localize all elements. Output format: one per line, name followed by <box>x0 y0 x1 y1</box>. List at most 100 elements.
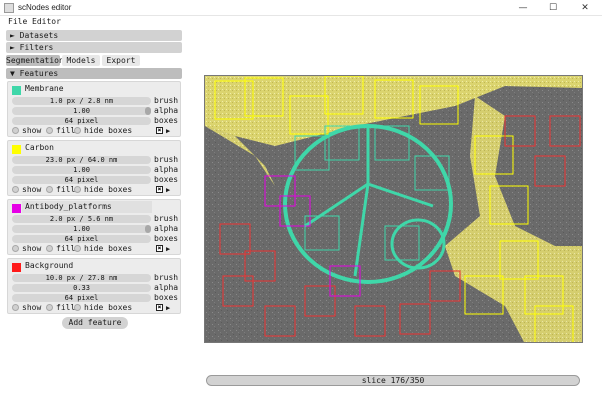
feature-name[interactable]: Background <box>22 260 152 272</box>
brush-label: brush <box>154 273 179 282</box>
show-label: show <box>22 244 42 253</box>
menu-file[interactable]: File <box>8 17 27 26</box>
boxes-label: boxes <box>154 234 179 243</box>
show-checkbox[interactable] <box>12 304 19 311</box>
boxes-label: boxes <box>154 175 179 184</box>
show-label: show <box>22 126 42 135</box>
minimize-button[interactable]: — <box>508 0 538 16</box>
tab-export[interactable]: Export <box>102 55 140 66</box>
fill-checkbox[interactable] <box>46 245 53 252</box>
alpha-label: alpha <box>154 106 179 115</box>
brush-label: brush <box>154 155 179 164</box>
brush-slider[interactable]: 10.0 px / 27.8 nm <box>12 274 151 282</box>
expand-arrow-icon[interactable]: ▶ <box>166 186 170 194</box>
brush-value: 2.0 px / 5.6 nm <box>49 215 114 223</box>
hide-boxes-checkbox[interactable] <box>74 304 81 311</box>
boxes-value: 64 pixel <box>64 294 99 302</box>
show-label: show <box>22 185 42 194</box>
boxes-value: 64 pixel <box>64 235 99 243</box>
boxes-slider[interactable]: 64 pixel <box>12 176 151 184</box>
alpha-label: alpha <box>154 165 179 174</box>
brush-slider[interactable]: 2.0 px / 5.6 nm <box>12 215 151 223</box>
hide-boxes-label: hide boxes <box>84 126 133 135</box>
hide-boxes-checkbox[interactable] <box>74 186 81 193</box>
boxes-value: 64 pixel <box>64 117 99 125</box>
boxes-label: boxes <box>154 116 179 125</box>
show-label: show <box>22 303 42 312</box>
feature-name[interactable]: Antibody_platforms <box>22 201 152 213</box>
hide-boxes-checkbox[interactable] <box>74 127 81 134</box>
boxes-slider[interactable]: 64 pixel <box>12 235 151 243</box>
brush-label: brush <box>154 96 179 105</box>
feature-card-membrane: Membrane 1.0 px / 2.8 nm brush 1.00 alph… <box>7 81 181 137</box>
feature-name[interactable]: Membrane <box>22 83 152 95</box>
brush-value: 1.0 px / 2.8 nm <box>49 97 114 105</box>
fill-label: fill <box>56 126 76 135</box>
show-checkbox[interactable] <box>12 127 19 134</box>
tab-models[interactable]: Models <box>62 55 100 66</box>
color-swatch[interactable] <box>12 145 21 154</box>
slider-knob[interactable] <box>145 225 151 233</box>
delete-feature-icon[interactable]: ✖ <box>156 186 163 193</box>
hide-boxes-label: hide boxes <box>84 244 133 253</box>
feature-name[interactable]: Carbon <box>22 142 152 154</box>
alpha-value: 1.00 <box>73 166 90 174</box>
expand-arrow-icon[interactable]: ▶ <box>166 245 170 253</box>
alpha-slider[interactable]: 1.00 <box>12 225 151 233</box>
fill-checkbox[interactable] <box>46 127 53 134</box>
brush-slider[interactable]: 23.0 px / 64.0 nm <box>12 156 151 164</box>
hide-boxes-checkbox[interactable] <box>74 245 81 252</box>
show-checkbox[interactable] <box>12 186 19 193</box>
left-panel: ► Datasets ► Filters Segmentation Models… <box>4 28 182 400</box>
slider-knob[interactable] <box>145 107 151 115</box>
brush-value: 23.0 px / 64.0 nm <box>45 156 118 164</box>
alpha-value: 0.33 <box>73 284 90 292</box>
feature-card-antibody-platforms: Antibody_platforms 2.0 px / 5.6 nm brush… <box>7 199 181 255</box>
color-swatch[interactable] <box>12 86 21 95</box>
tab-segmentation[interactable]: Segmentation <box>6 55 64 66</box>
image-viewer[interactable] <box>204 75 583 343</box>
alpha-slider[interactable]: 1.00 <box>12 166 151 174</box>
expand-arrow-icon[interactable]: ▶ <box>166 304 170 312</box>
fill-label: fill <box>56 244 76 253</box>
brush-label: brush <box>154 214 179 223</box>
fill-label: fill <box>56 303 76 312</box>
expand-arrow-icon[interactable]: ▶ <box>166 127 170 135</box>
alpha-value: 1.00 <box>73 225 90 233</box>
alpha-value: 1.00 <box>73 107 90 115</box>
fill-checkbox[interactable] <box>46 186 53 193</box>
feature-card-background: Background 10.0 px / 27.8 nm brush 0.33 … <box>7 258 181 314</box>
tab-bar: Segmentation Models Export <box>6 55 182 67</box>
window-title: scNodes editor <box>18 3 72 12</box>
color-swatch[interactable] <box>12 204 21 213</box>
delete-feature-icon[interactable]: ✖ <box>156 304 163 311</box>
alpha-label: alpha <box>154 283 179 292</box>
slice-slider[interactable]: slice 176/350 <box>206 375 580 386</box>
alpha-slider[interactable]: 1.00 <box>12 107 151 115</box>
delete-feature-icon[interactable]: ✖ <box>156 245 163 252</box>
alpha-slider[interactable]: 0.33 <box>12 284 151 292</box>
tomogram-slice[interactable] <box>205 76 583 343</box>
fill-label: fill <box>56 185 76 194</box>
close-button[interactable]: ✕ <box>570 0 600 16</box>
datasets-header[interactable]: ► Datasets <box>6 30 182 41</box>
show-checkbox[interactable] <box>12 245 19 252</box>
filters-header[interactable]: ► Filters <box>6 42 182 53</box>
brush-value: 10.0 px / 27.8 nm <box>45 274 118 282</box>
add-feature-button[interactable]: Add feature <box>62 317 128 329</box>
maximize-button[interactable]: ☐ <box>538 0 568 16</box>
app-icon <box>4 3 14 13</box>
delete-feature-icon[interactable]: ✖ <box>156 127 163 134</box>
hide-boxes-label: hide boxes <box>84 303 133 312</box>
boxes-value: 64 pixel <box>64 176 99 184</box>
boxes-label: boxes <box>154 293 179 302</box>
brush-slider[interactable]: 1.0 px / 2.8 nm <box>12 97 151 105</box>
alpha-label: alpha <box>154 224 179 233</box>
fill-checkbox[interactable] <box>46 304 53 311</box>
boxes-slider[interactable]: 64 pixel <box>12 117 151 125</box>
features-header[interactable]: ▼ Features <box>6 68 182 79</box>
menu-editor[interactable]: Editor <box>32 17 61 26</box>
feature-card-carbon: Carbon 23.0 px / 64.0 nm brush 1.00 alph… <box>7 140 181 196</box>
boxes-slider[interactable]: 64 pixel <box>12 294 151 302</box>
color-swatch[interactable] <box>12 263 21 272</box>
